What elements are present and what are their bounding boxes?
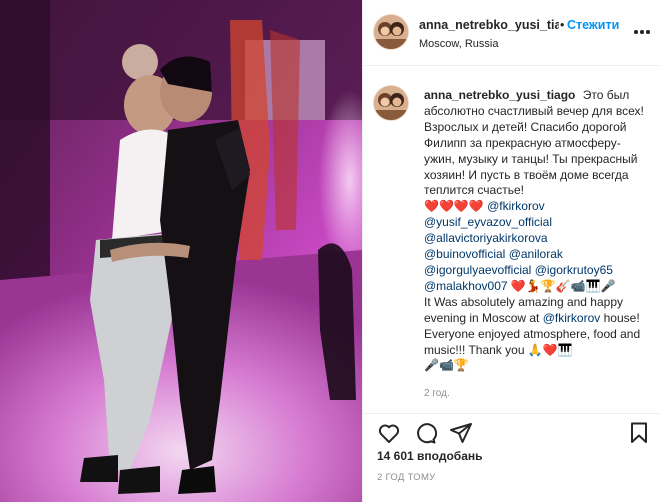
caption-block: anna_netrebko_yusi_tiago Это был абсолют… [363, 76, 661, 406]
caption-username[interactable]: anna_netrebko_yusi_tiago [424, 88, 575, 102]
mention-link[interactable]: @malakhov007 [424, 279, 508, 293]
comment-icon[interactable] [413, 421, 437, 445]
mention-link[interactable]: @allavictoriyakirkorova [424, 231, 548, 245]
caption-avatar[interactable] [374, 86, 408, 120]
mention-link[interactable]: @yusif_eyvazov_official [424, 215, 552, 229]
more-options-icon[interactable] [634, 30, 650, 34]
mention-link[interactable]: @anilorak [509, 247, 563, 261]
caption-time: 2 год. [424, 388, 450, 399]
avatar-photo-icon [374, 15, 408, 49]
location-link[interactable]: Moscow, Russia [419, 38, 498, 50]
likes-count[interactable]: 14 601 вподобань [377, 449, 483, 463]
avatar-photo-icon [374, 86, 408, 120]
mention-link[interactable]: @buinovofficial [424, 247, 505, 261]
caption-intro: Это был абсолютно счастливый вечер для в… [424, 88, 644, 198]
mention-link[interactable]: @igorgulyaevofficial [424, 263, 531, 277]
follow-button[interactable]: Стежити [567, 18, 619, 32]
separator-dot: • [560, 18, 565, 32]
share-icon[interactable] [449, 421, 473, 445]
post-header: anna_netrebko_yusi_tiag • Стежити Moscow… [363, 0, 661, 66]
post-timestamp[interactable]: 2 ГОД ТОМУ [377, 472, 436, 483]
caption-text: anna_netrebko_yusi_tiago Это был абсолют… [424, 88, 654, 374]
emoji-line: 🎤📹🏆 [424, 358, 469, 373]
caption-hearts: ❤️❤️❤️❤️ [424, 199, 484, 214]
emoji-line: ❤️💃🏆🎸📹🎹🎤 [510, 278, 616, 293]
emoji-line: 🙏❤️🎹 [527, 342, 573, 357]
post-media[interactable] [0, 0, 362, 502]
heart-icon[interactable] [377, 421, 401, 445]
dance-video-frame [0, 0, 362, 502]
author-username[interactable]: anna_netrebko_yusi_tiag [419, 18, 559, 32]
post-side-panel: anna_netrebko_yusi_tiag • Стежити Moscow… [362, 0, 661, 502]
action-bar [363, 413, 661, 449]
bookmark-icon[interactable] [627, 421, 651, 445]
mention-link[interactable]: @fkirkorov [487, 199, 545, 213]
mention-link[interactable]: @fkirkorov [543, 311, 601, 325]
mention-link[interactable]: @igorkrutoy65 [535, 263, 613, 277]
author-avatar[interactable] [374, 15, 408, 49]
